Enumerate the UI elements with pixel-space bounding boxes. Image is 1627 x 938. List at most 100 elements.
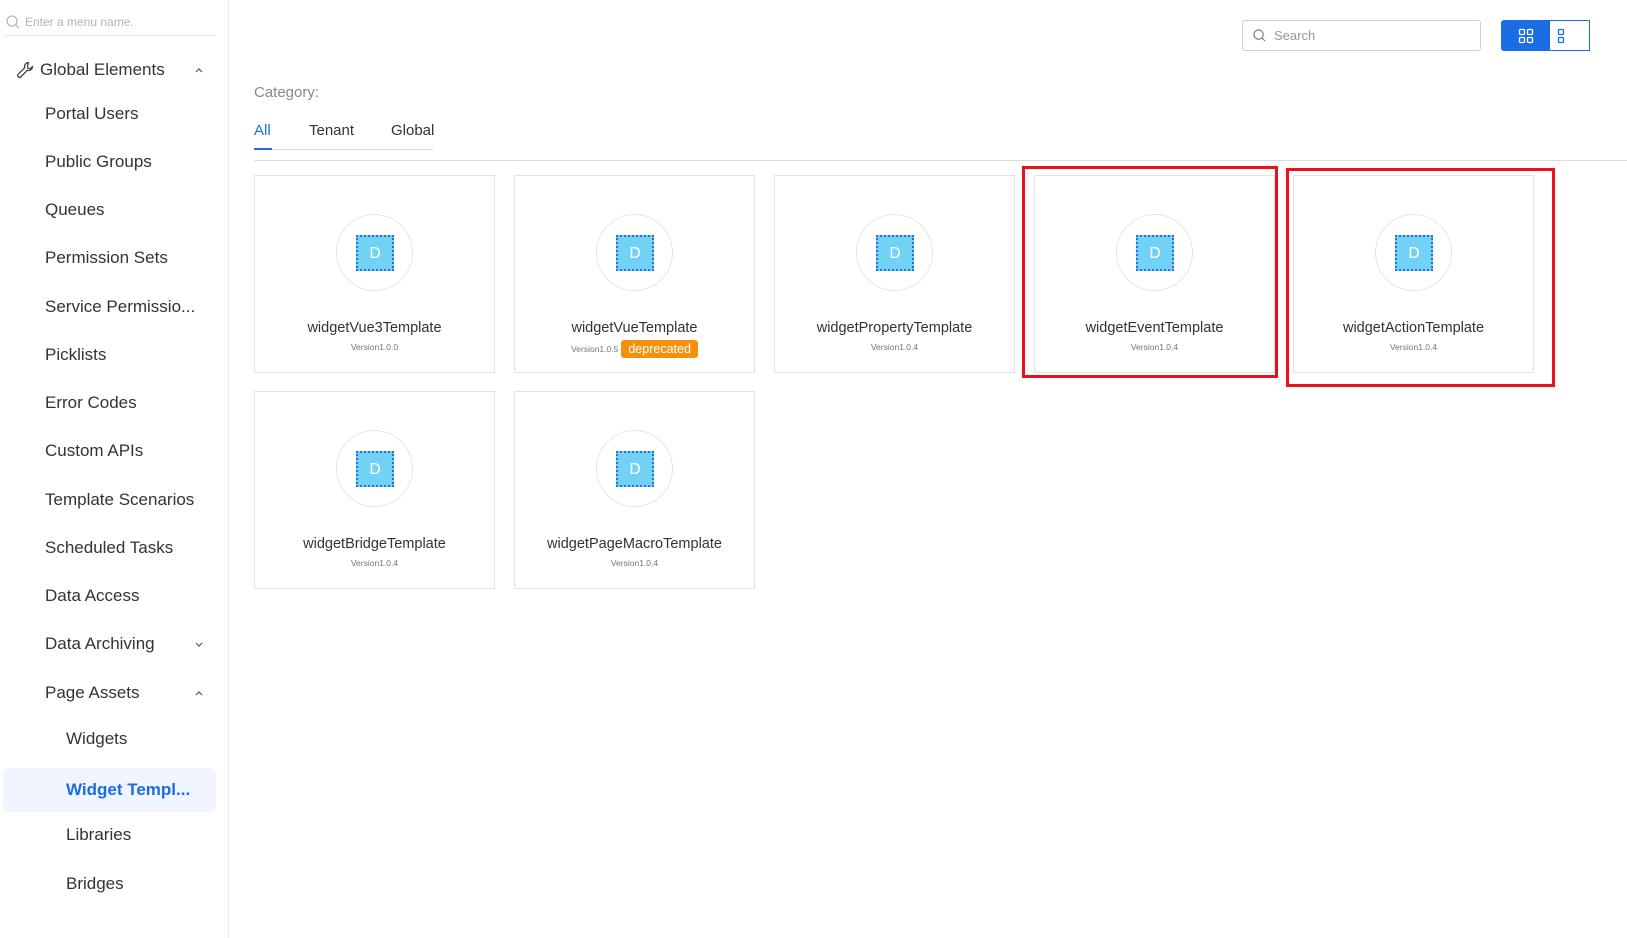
chevron-up-icon bbox=[195, 691, 203, 696]
search-input[interactable] bbox=[1274, 28, 1464, 43]
template-d-icon: D bbox=[616, 451, 654, 487]
template-d-icon: D bbox=[876, 235, 914, 271]
template-name: widgetVue3Template bbox=[307, 320, 442, 336]
sidebar-item-libraries[interactable]: Libraries bbox=[3, 813, 216, 857]
template-card-widgetpropertytemplate[interactable]: D widgetPropertyTemplate Version1.0.4 bbox=[774, 175, 1015, 373]
template-name: widgetVueTemplate bbox=[571, 320, 698, 336]
sidebar-item-global-elements[interactable]: Global Elements bbox=[3, 48, 216, 92]
template-name: widgetActionTemplate bbox=[1342, 320, 1485, 336]
sidebar-item-scheduled-tasks[interactable]: Scheduled Tasks bbox=[3, 526, 216, 570]
sidebar-item-queues[interactable]: Queues bbox=[3, 188, 216, 232]
grid-view-button[interactable] bbox=[1501, 20, 1550, 51]
template-card-widgetbridgetemplate[interactable]: D widgetBridgeTemplate Version1.0.4 bbox=[254, 391, 495, 589]
sidebar-item-label: Widget Templ... bbox=[66, 780, 191, 799]
list-icon bbox=[1557, 28, 1565, 43]
template-version: Version1.0.4 bbox=[1130, 342, 1179, 352]
grid-icon bbox=[1518, 28, 1533, 43]
template-search bbox=[1242, 20, 1481, 51]
sidebar-item-error-codes[interactable]: Error Codes bbox=[3, 381, 216, 425]
sidebar-item-label: Libraries bbox=[66, 825, 132, 844]
menu-search-placeholder: Enter a menu name. bbox=[25, 14, 134, 29]
sidebar-item-template-scenarios[interactable]: Template Scenarios bbox=[3, 478, 216, 522]
version-row: Version1.0.4 bbox=[1294, 342, 1533, 352]
version-row: Version1.0.5 deprecated bbox=[515, 340, 754, 358]
sidebar-item-label: Template Scenarios bbox=[45, 490, 195, 509]
template-d-icon: D bbox=[356, 451, 394, 487]
sidebar-item-label: Scheduled Tasks bbox=[45, 538, 174, 557]
wrench-icon bbox=[16, 61, 34, 79]
sidebar-item-page-assets[interactable]: Page Assets bbox=[3, 671, 216, 715]
search-icon bbox=[6, 14, 20, 28]
sidebar-item-permission-sets[interactable]: Permission Sets bbox=[3, 236, 216, 280]
sidebar-item-label: Portal Users bbox=[45, 104, 139, 123]
sidebar-item-label: Service Permissio... bbox=[45, 297, 196, 316]
template-name: widgetEventTemplate bbox=[1085, 320, 1224, 336]
template-card-widgetactiontemplate[interactable]: D widgetActionTemplate Version1.0.4 bbox=[1293, 175, 1534, 373]
sidebar-item-label: Public Groups bbox=[45, 152, 152, 171]
template-d-icon: D bbox=[356, 235, 394, 271]
template-version: Version1.0.5 bbox=[571, 344, 619, 354]
template-icon: D bbox=[856, 214, 933, 291]
sidebar-item-label: Queues bbox=[45, 200, 105, 219]
template-icon: D bbox=[596, 430, 673, 507]
sidebar-item-picklists[interactable]: Picklists bbox=[3, 333, 216, 377]
version-row: Version1.0.4 bbox=[515, 558, 754, 568]
sidebar-item-widgets[interactable]: Widgets bbox=[3, 717, 216, 761]
template-card-widgeteventtemplate[interactable]: D widgetEventTemplate Version1.0.4 bbox=[1034, 175, 1275, 373]
template-card-widgetvuetemplate[interactable]: D widgetVueTemplate Version1.0.5 depreca… bbox=[514, 175, 755, 373]
tab-tenant[interactable]: Tenant bbox=[309, 122, 354, 150]
template-icon: D bbox=[336, 214, 413, 291]
sidebar-item-label: Widgets bbox=[66, 729, 128, 748]
template-name: widgetBridgeTemplate bbox=[303, 536, 446, 552]
category-tabs: All Tenant Global bbox=[254, 118, 434, 150]
sidebar-item-label: Bridges bbox=[66, 874, 124, 893]
template-d-icon: D bbox=[616, 235, 654, 271]
sidebar-item-public-groups[interactable]: Public Groups bbox=[3, 140, 216, 184]
menu-search[interactable]: Enter a menu name. bbox=[4, 8, 216, 36]
sidebar-item-custom-apis[interactable]: Custom APIs bbox=[3, 429, 216, 473]
template-icon: D bbox=[1375, 214, 1452, 291]
template-card-widgetpagemacrotemplate[interactable]: D widgetPageMacroTemplate Version1.0.4 bbox=[514, 391, 755, 589]
sidebar-item-data-archiving[interactable]: Data Archiving bbox=[3, 622, 216, 666]
divider bbox=[254, 160, 1627, 161]
sidebar-item-portal-users[interactable]: Portal Users bbox=[3, 92, 216, 136]
sidebar-item-data-access[interactable]: Data Access bbox=[3, 574, 216, 618]
template-d-icon: D bbox=[1395, 235, 1433, 271]
search-icon bbox=[1253, 29, 1266, 42]
template-icon: D bbox=[596, 214, 673, 291]
template-name: widgetPageMacroTemplate bbox=[547, 536, 722, 552]
sidebar: Enter a menu name. Global Elements Porta… bbox=[0, 0, 229, 938]
sidebar-item-label: Picklists bbox=[45, 345, 107, 364]
list-view-button[interactable] bbox=[1550, 20, 1590, 51]
template-version: Version1.0.4 bbox=[870, 342, 919, 352]
tab-all[interactable]: All bbox=[254, 122, 272, 150]
sidebar-item-label: Custom APIs bbox=[45, 441, 144, 460]
sidebar-item-label: Global Elements bbox=[40, 60, 165, 79]
template-icon: D bbox=[1116, 214, 1193, 291]
chevron-up-icon bbox=[195, 68, 203, 73]
version-row: Version1.0.4 bbox=[775, 342, 1014, 352]
sidebar-item-label: Data Archiving bbox=[45, 634, 155, 653]
sidebar-item-label: Page Assets bbox=[45, 683, 140, 702]
template-version: Version1.0.0 bbox=[350, 342, 399, 352]
sidebar-item-service-permissions[interactable]: Service Permissio... bbox=[3, 285, 216, 329]
category-label: Category: bbox=[254, 84, 320, 101]
template-card-widgetvue3template[interactable]: D widgetVue3Template Version1.0.0 bbox=[254, 175, 495, 373]
chevron-down-icon bbox=[195, 642, 203, 647]
template-version: Version1.0.4 bbox=[350, 558, 399, 568]
sidebar-item-widget-templates[interactable]: Widget Templ... bbox=[3, 768, 216, 812]
template-d-icon: D bbox=[1136, 235, 1174, 271]
template-icon: D bbox=[336, 430, 413, 507]
deprecated-badge: deprecated bbox=[621, 340, 698, 358]
sidebar-item-label: Permission Sets bbox=[45, 248, 168, 267]
sidebar-item-label: Error Codes bbox=[45, 393, 137, 412]
version-row: Version1.0.4 bbox=[255, 558, 494, 568]
sidebar-item-label: Data Access bbox=[45, 586, 140, 605]
version-row: Version1.0.4 bbox=[1035, 342, 1274, 352]
version-row: Version1.0.0 bbox=[255, 342, 494, 352]
sidebar-item-bridges[interactable]: Bridges bbox=[3, 862, 216, 906]
template-version: Version1.0.4 bbox=[610, 558, 659, 568]
template-version: Version1.0.4 bbox=[1389, 342, 1438, 352]
template-name: widgetPropertyTemplate bbox=[816, 320, 973, 336]
tab-global[interactable]: Global bbox=[391, 122, 434, 150]
